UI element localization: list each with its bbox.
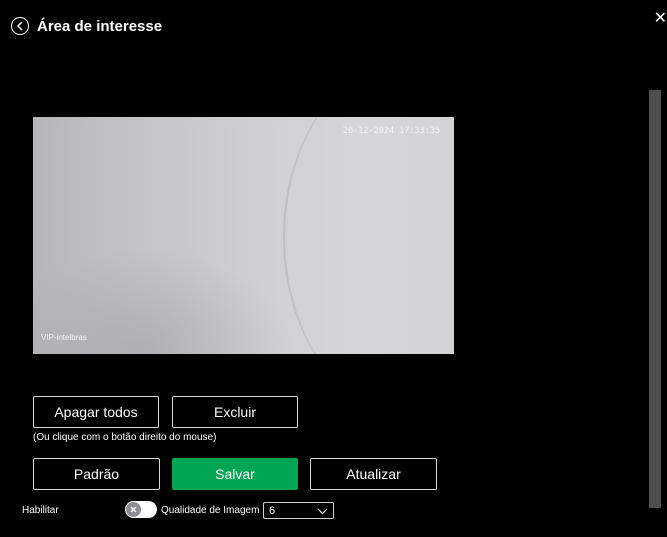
close-icon[interactable]: ✕ — [654, 11, 667, 27]
back-button[interactable] — [11, 17, 29, 35]
delete-button[interactable]: Excluir — [172, 396, 298, 428]
video-osd-label: VIP-intelbras — [41, 333, 87, 342]
enable-label: Habilitar — [22, 505, 59, 516]
enable-toggle[interactable] — [125, 501, 157, 518]
camera-frame[interactable]: 26-12-2024 17:33:35 VIP-intelbras — [33, 117, 454, 354]
chevron-left-icon — [16, 21, 23, 31]
video-timestamp: 26-12-2024 17:33:35 — [342, 126, 441, 136]
quality-value: 6 — [269, 505, 276, 517]
scrollbar-thumb[interactable] — [649, 90, 661, 508]
quality-label: Qualidade de Imagem — [161, 505, 260, 516]
right-click-hint: (Ou clique com o botão direito do mouse) — [33, 432, 217, 443]
chevron-down-icon — [317, 508, 328, 515]
frame-shading-arc — [283, 117, 454, 354]
header: Área de interesse ✕ — [0, 0, 667, 60]
save-button[interactable]: Salvar — [172, 458, 298, 490]
video-preview[interactable]: 26-12-2024 17:33:35 VIP-intelbras — [33, 79, 454, 393]
clear-all-button[interactable]: Apagar todos — [33, 396, 159, 428]
close-icon — [130, 506, 137, 513]
default-button[interactable]: Padrão — [33, 458, 160, 490]
refresh-button[interactable]: Atualizar — [310, 458, 437, 490]
page-title: Área de interesse — [37, 18, 163, 35]
toggle-knob — [126, 502, 141, 517]
scrollbar[interactable] — [649, 90, 661, 508]
quality-select[interactable]: 6 — [263, 502, 334, 519]
